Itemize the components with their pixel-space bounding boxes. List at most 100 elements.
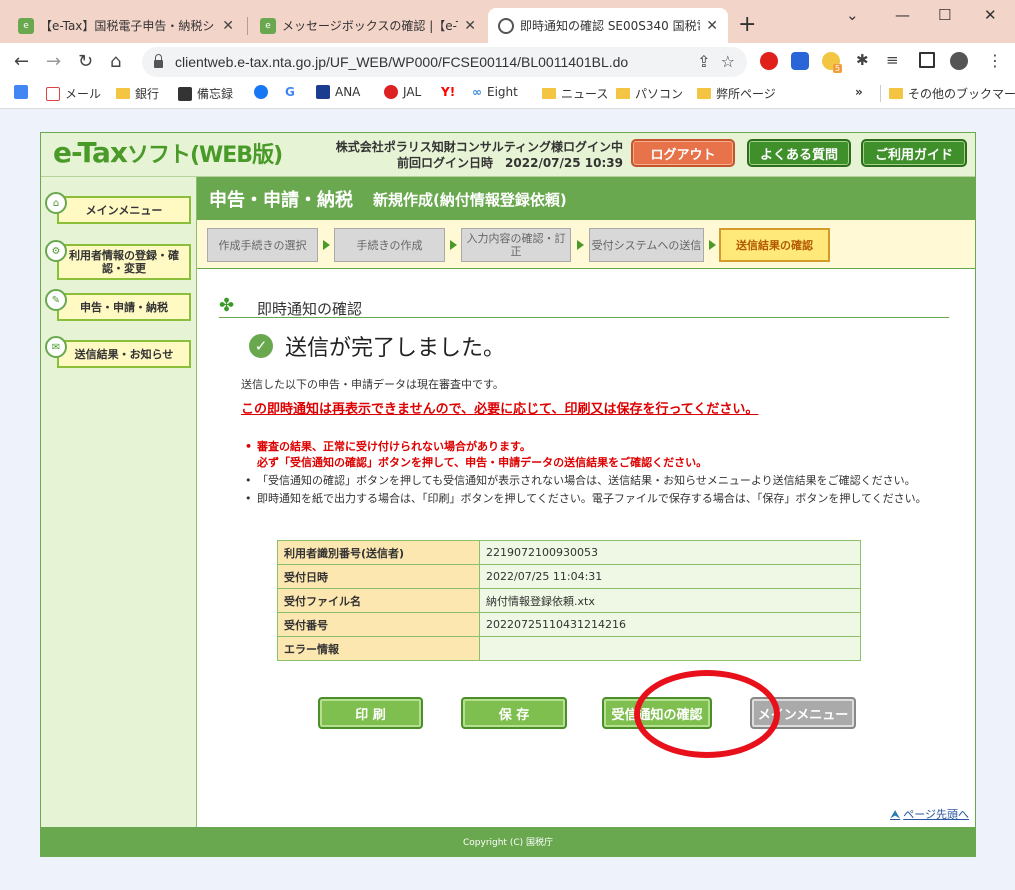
sidebar-item-label: 利用者情報の登録・確認・変更 <box>57 244 191 280</box>
note-item: 即時通知を紙で出力する場合は、「印刷」ボタンを押してください。電子ファイルで保存… <box>245 491 965 507</box>
page-top-text: ページ先頭へ <box>903 808 969 821</box>
page-subtitle: 新規作成(納付情報登録依頼) <box>373 191 567 209</box>
step-create: 手続きの作成 <box>334 228 445 262</box>
new-tab-icon[interactable]: + <box>738 12 756 37</box>
maximize-icon[interactable]: ☐ <box>938 6 951 24</box>
copyright-footer: Copyright (C) 国税庁 <box>41 827 975 856</box>
bookmark-bank[interactable]: 銀行 <box>116 85 159 102</box>
forward-icon[interactable]: → <box>46 51 61 72</box>
tab-title: 【e-Tax】国税電子申告・納税システ <box>40 19 216 33</box>
lock-icon <box>154 54 163 68</box>
bookmark-facebook[interactable] <box>254 85 273 99</box>
step-select: 作成手続きの選択 <box>207 228 318 262</box>
last-login: 前回ログイン日時 2022/07/25 10:39 <box>397 156 623 170</box>
bookmark-other[interactable]: その他のブックマーク <box>880 85 1015 102</box>
etax-favicon-icon: e <box>260 17 276 34</box>
document-icon: ✎ <box>45 289 67 311</box>
bookmark-label: 銀行 <box>135 87 160 101</box>
logout-button[interactable]: ログアウト <box>631 139 735 167</box>
progress-steps: 作成手続きの選択 手続きの作成 入力内容の確認・訂正 受付システムへの送信 送信… <box>197 220 975 269</box>
calendar-icon <box>14 85 28 99</box>
browser-tab-messagebox[interactable]: e メッセージボックスの確認 |【e-Tax】国 ✕ <box>250 8 486 43</box>
bookmark-label: JAL <box>403 85 422 99</box>
folder-icon <box>889 88 903 99</box>
row-key: 利用者識別番号(送信者) <box>277 540 480 565</box>
profile-avatar[interactable] <box>950 52 968 70</box>
globe-icon <box>498 17 514 34</box>
page-top-link[interactable]: ⮝ ページ先頭へ <box>890 806 969 822</box>
close-tab-icon[interactable]: ✕ <box>464 18 476 34</box>
table-row: 受付ファイル名 納付情報登録依頼.xtx <box>277 588 861 613</box>
bookmark-jal[interactable]: JAL <box>384 85 421 99</box>
address-bar-row: ← → ↻ ⌂ clientweb.e-tax.nta.go.jp/UF_WEB… <box>0 43 1015 80</box>
clover-icon: ✤ <box>219 295 235 316</box>
bookmark-memo[interactable]: 備忘録 <box>178 85 233 102</box>
sidebar-item-filing[interactable]: ✎ 申告・申請・納税 <box>45 289 191 321</box>
note-item: 審査の結果、正常に受け付けられない場合があります。 必ず「受信通知の確認」ボタン… <box>245 439 965 471</box>
bookmark-mail[interactable]: メール <box>46 85 101 102</box>
bookmark-yahoo[interactable]: Y! <box>441 85 455 99</box>
completion-message: ✓ 送信が完了しました。 <box>249 330 505 362</box>
red-highlight-circle <box>634 670 780 758</box>
page-title: 申告・申請・納税 <box>209 190 353 211</box>
browser-tab-active[interactable]: 即時通知の確認 SE00S340 国税電 ✕ <box>488 8 728 43</box>
tab-search-chevron-icon[interactable]: ⌄ <box>846 6 859 24</box>
more-menu-icon[interactable]: ⋮ <box>987 51 1003 70</box>
section-title-text: 即時通知の確認 <box>257 300 363 318</box>
bookmark-eight[interactable]: ∞ Eight <box>472 85 518 99</box>
bookmark-calendar[interactable] <box>14 85 33 99</box>
table-row: 利用者識別番号(送信者) 2219072100930053 <box>277 540 861 565</box>
sidebar-item-label: 申告・申請・納税 <box>57 293 191 321</box>
bookmark-label: Eight <box>487 85 518 99</box>
back-icon[interactable]: ← <box>14 51 29 72</box>
bookmark-label: その他のブックマーク <box>908 87 1015 101</box>
sidebar-item-results[interactable]: ✉ 送信結果・お知らせ <box>45 336 191 368</box>
bookmark-pc[interactable]: パソコン <box>616 85 683 102</box>
print-button[interactable]: 印 刷 <box>318 697 423 729</box>
note-text: 審査の結果、正常に受け付けられない場合があります。 <box>257 440 531 453</box>
reload-icon[interactable]: ↻ <box>78 51 93 72</box>
extension-blue-icon[interactable] <box>791 52 809 70</box>
etax-app: e-Taxソフト(WEB版) 株式会社ポラリス知財コンサルティング様ログイン中 … <box>40 132 976 857</box>
home-icon[interactable]: ⌂ <box>110 51 121 72</box>
bookmarks-bar: メール 銀行 備忘録 G ANA JAL Y! ∞ Eight ニュース パソコン… <box>0 80 1015 109</box>
row-key: 受付ファイル名 <box>277 588 480 613</box>
extension-red-icon[interactable] <box>760 52 778 70</box>
row-value <box>479 636 861 661</box>
close-window-icon[interactable]: ✕ <box>984 6 997 24</box>
bookmark-label: 備忘録 <box>197 87 234 101</box>
bookmark-google[interactable]: G <box>285 85 295 99</box>
bookmark-office[interactable]: 弊所ページ <box>697 85 776 102</box>
browser-tab-etax-home[interactable]: e 【e-Tax】国税電子申告・納税システ ✕ <box>8 8 244 43</box>
row-value: 20220725110431214216 <box>479 612 861 637</box>
step-arrow-icon <box>577 240 584 250</box>
save-button[interactable]: 保 存 <box>461 697 567 729</box>
section-title: ✤ 即時通知の確認 <box>219 295 949 318</box>
step-arrow-icon <box>323 240 330 250</box>
sidebar-item-mainmenu[interactable]: ⌂ メインメニュー <box>45 192 191 224</box>
notes-list: 審査の結果、正常に受け付けられない場合があります。 必ず「受信通知の確認」ボタン… <box>245 439 965 507</box>
address-input[interactable]: clientweb.e-tax.nta.go.jp/UF_WEB/WP000/F… <box>142 47 747 77</box>
media-queue-icon[interactable]: ≡ <box>886 51 899 69</box>
minimize-icon[interactable]: — <box>895 6 910 24</box>
faq-button[interactable]: よくある質問 <box>747 139 851 167</box>
close-tab-icon[interactable]: ✕ <box>706 18 718 34</box>
etax-favicon-icon: e <box>18 17 34 34</box>
bookmark-news[interactable]: ニュース <box>542 85 608 102</box>
facebook-icon <box>254 85 268 99</box>
sidebar-item-userinfo[interactable]: ⚙ 利用者情報の登録・確認・変更 <box>45 240 191 280</box>
gear-icon: ⚙ <box>45 240 67 262</box>
jal-icon <box>384 85 398 99</box>
bookmark-ana[interactable]: ANA <box>316 85 360 99</box>
share-bookmark-icons[interactable]: ⇪ ☆ <box>697 52 735 71</box>
bookmark-label: 弊所ページ <box>716 87 776 101</box>
url-text: clientweb.e-tax.nta.go.jp/UF_WEB/WP000/F… <box>175 54 629 70</box>
guide-button[interactable]: ご利用ガイド <box>861 139 967 167</box>
bookmarks-overflow-icon[interactable]: » <box>855 85 863 99</box>
side-panel-icon[interactable] <box>919 52 935 68</box>
mail-icon <box>46 86 60 101</box>
login-user: 株式会社ポラリス知財コンサルティング様ログイン中 <box>335 140 623 154</box>
etax-logo: e-Taxソフト(WEB版) <box>53 136 283 169</box>
extensions-puzzle-icon[interactable]: ✱ <box>856 51 869 69</box>
close-tab-icon[interactable]: ✕ <box>222 18 234 34</box>
